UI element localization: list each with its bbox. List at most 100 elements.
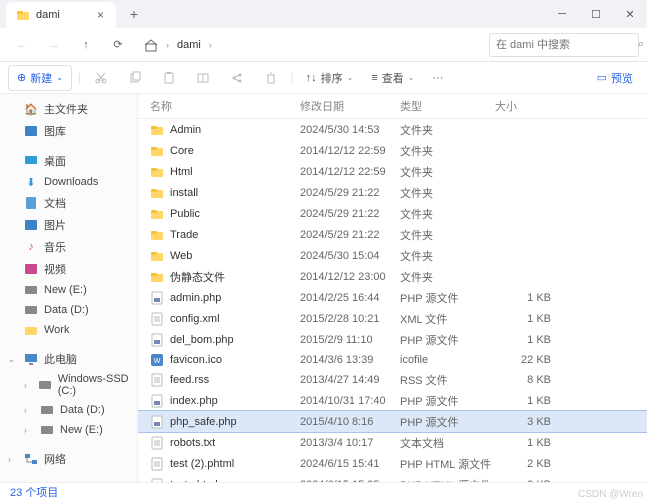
file-type: PHP 源文件 xyxy=(400,414,495,430)
file-row[interactable]: Wfavicon.ico2014/3/6 13:39icofile22 KB xyxy=(138,350,647,369)
file-date: 2013/3/4 10:17 xyxy=(300,437,400,449)
chevron-right-icon[interactable]: › xyxy=(24,426,34,435)
sidebar-item-newe[interactable]: New (E:) xyxy=(0,280,137,300)
file-row[interactable]: Core2014/12/12 22:59文件夹 xyxy=(138,140,647,161)
cut-button[interactable] xyxy=(87,64,115,92)
sidebar-item-datad[interactable]: Data (D:) xyxy=(0,300,137,320)
file-type: RSS 文件 xyxy=(400,372,495,388)
file-name: Web xyxy=(170,250,192,262)
chevron-right-icon[interactable]: › xyxy=(8,455,18,464)
sidebar-item-network[interactable]: ›网络 xyxy=(0,448,137,470)
sidebar-item-datad2[interactable]: ›Data (D:) xyxy=(0,400,137,420)
refresh-button[interactable]: ⟳ xyxy=(104,31,132,59)
sidebar-item-home[interactable]: 🏠主文件夹 xyxy=(0,98,137,120)
forward-button[interactable]: → xyxy=(40,31,68,59)
col-type[interactable]: 类型 xyxy=(400,98,495,114)
file-row[interactable]: config.xml2015/2/28 10:21XML 文件1 KB xyxy=(138,308,647,329)
chevron-down-icon: ⌄ xyxy=(347,73,354,82)
add-tab-button[interactable]: + xyxy=(122,0,146,28)
file-row[interactable]: feed.rss2013/4/27 14:49RSS 文件8 KB xyxy=(138,369,647,390)
file-row[interactable]: Html2014/12/12 22:59文件夹 xyxy=(138,161,647,182)
file-type: 文件夹 xyxy=(400,269,495,285)
preview-button[interactable]: ▭ 预览 xyxy=(591,70,639,86)
sidebar-item-pictures[interactable]: 图片 xyxy=(0,214,137,236)
download-icon: ⬇ xyxy=(24,175,38,189)
sidebar-item-downloads[interactable]: ⬇Downloads xyxy=(0,172,137,192)
folder-icon xyxy=(150,207,164,221)
file-row[interactable]: index.php2014/10/31 17:40PHP 源文件1 KB xyxy=(138,390,647,411)
file-type: 文本文档 xyxy=(400,435,495,451)
sidebar-item-newe2[interactable]: ›New (E:) xyxy=(0,420,137,440)
file-row[interactable]: php_safe.php2015/4/10 8:16PHP 源文件3 KB xyxy=(138,411,647,432)
svg-text:W: W xyxy=(154,358,161,365)
sidebar-item-videos[interactable]: 视频 xyxy=(0,258,137,280)
window-tab[interactable]: dami × xyxy=(6,2,116,28)
view-button[interactable]: ≡ 查看 ⌄ xyxy=(365,67,420,89)
file-row[interactable]: install2024/5/29 21:22文件夹 xyxy=(138,182,647,203)
new-button[interactable]: ⊕ 新建 ⌄ xyxy=(8,65,72,91)
folder-icon xyxy=(150,228,164,242)
sidebar-item-work[interactable]: Work xyxy=(0,320,137,340)
file-row[interactable]: admin.php2014/2/25 16:44PHP 源文件1 KB xyxy=(138,287,647,308)
file-type: PHP 源文件 xyxy=(400,332,495,348)
network-icon xyxy=(24,452,38,466)
chevron-right-icon[interactable]: › xyxy=(24,381,32,390)
file-row[interactable]: robots.txt2013/3/4 10:17文本文档1 KB xyxy=(138,432,647,453)
col-date[interactable]: 修改日期 xyxy=(300,98,400,114)
file-row[interactable]: Trade2024/5/29 21:22文件夹 xyxy=(138,224,647,245)
file-row[interactable]: test.phtml2024/6/15 15:35PHP HTML 源文件2 K… xyxy=(138,474,647,482)
titlebar: dami × + ─ ☐ ✕ xyxy=(0,0,647,28)
file-row[interactable]: Web2024/5/30 15:04文件夹 xyxy=(138,245,647,266)
file-date: 2024/5/29 21:22 xyxy=(300,208,400,220)
document-icon xyxy=(24,196,38,210)
file-name: Trade xyxy=(170,229,198,241)
rename-button[interactable] xyxy=(189,64,217,92)
up-button[interactable]: ↑ xyxy=(72,31,100,59)
file-type: 文件夹 xyxy=(400,143,495,159)
close-window-button[interactable]: ✕ xyxy=(613,0,647,28)
sidebar-item-gallery[interactable]: 图库 xyxy=(0,120,137,142)
chevron-down-icon: ⌄ xyxy=(56,73,63,82)
search-icon[interactable]: ⌕ xyxy=(638,38,644,51)
file-row[interactable]: Admin2024/5/30 14:53文件夹 xyxy=(138,119,647,140)
sidebar-item-music[interactable]: ♪音乐 xyxy=(0,236,137,258)
file-date: 2024/5/30 14:53 xyxy=(300,124,400,136)
back-button[interactable]: ← xyxy=(8,31,36,59)
file-row[interactable]: test (2).phtml2024/6/15 15:41PHP HTML 源文… xyxy=(138,453,647,474)
sidebar: 🏠主文件夹 图库 桌面 ⬇Downloads 文档 图片 ♪音乐 视频 New … xyxy=(0,94,138,482)
breadcrumb-item[interactable]: dami xyxy=(173,37,205,53)
sidebar-item-winssd[interactable]: ›Windows-SSD (C:) xyxy=(0,370,137,400)
more-button[interactable]: ··· xyxy=(426,69,449,87)
home-icon[interactable] xyxy=(140,36,162,54)
copy-button[interactable] xyxy=(121,64,149,92)
sidebar-item-desktop[interactable]: 桌面 xyxy=(0,150,137,172)
sort-button[interactable]: ↑↓ 排序 ⌄ xyxy=(300,67,360,89)
file-date: 2015/2/9 11:10 xyxy=(300,334,400,346)
file-type: 文件夹 xyxy=(400,164,495,180)
maximize-button[interactable]: ☐ xyxy=(579,0,613,28)
file-type: 文件夹 xyxy=(400,206,495,222)
delete-button[interactable] xyxy=(257,64,285,92)
chevron-down-icon: ⌄ xyxy=(408,73,415,82)
file-row[interactable]: del_bom.php2015/2/9 11:10PHP 源文件1 KB xyxy=(138,329,647,350)
share-button[interactable] xyxy=(223,64,251,92)
view-icon: ≡ xyxy=(371,72,377,84)
home-icon: 🏠 xyxy=(24,102,38,116)
search-input[interactable] xyxy=(496,39,638,51)
file-name: test.phtml xyxy=(170,479,218,483)
paste-button[interactable] xyxy=(155,64,183,92)
search-box[interactable]: ⌕ xyxy=(489,33,639,57)
col-name[interactable]: 名称 xyxy=(150,98,300,114)
col-size[interactable]: 大小 xyxy=(495,98,555,114)
sidebar-item-thispc[interactable]: ⌄此电脑 xyxy=(0,348,137,370)
chevron-down-icon[interactable]: ⌄ xyxy=(8,355,18,364)
sidebar-item-documents[interactable]: 文档 xyxy=(0,192,137,214)
file-date: 2014/12/12 22:59 xyxy=(300,145,400,157)
close-tab-icon[interactable]: × xyxy=(93,8,108,22)
breadcrumb[interactable]: › dami › xyxy=(140,36,212,54)
chevron-right-icon[interactable]: › xyxy=(24,406,34,415)
file-row[interactable]: Public2024/5/29 21:22文件夹 xyxy=(138,203,647,224)
file-row[interactable]: 伪静态文件2014/12/12 23:00文件夹 xyxy=(138,266,647,287)
minimize-button[interactable]: ─ xyxy=(545,0,579,28)
column-headers[interactable]: 名称 修改日期 类型 大小 xyxy=(138,94,647,119)
